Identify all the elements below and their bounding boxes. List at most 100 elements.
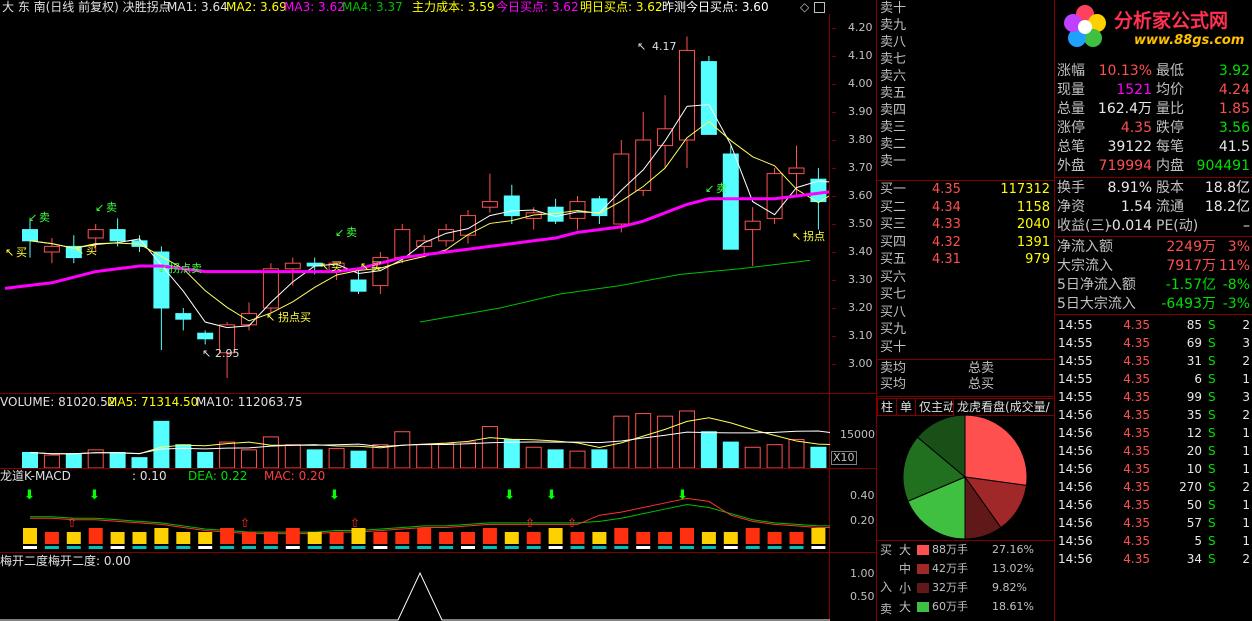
buy-level-volume: 117312 [1000,182,1050,197]
kmacd-bar [636,532,651,544]
candle-body [569,201,586,219]
sell-signal: 卖 [106,201,117,214]
volume-unit-badge[interactable]: X10 [831,451,857,465]
trade-count: 2 [1242,480,1250,494]
flow-key: 净流入额 [1057,239,1113,255]
volume-bar [43,454,60,468]
kmacd-base [592,546,607,549]
scroll-box-icon[interactable] [814,2,825,13]
kmacd-base [745,546,760,549]
price-tick: 4.10 [848,49,873,62]
meikai-panel[interactable]: 梅开二度 梅开二度: 0.00 1.00 0.50 [0,553,876,621]
candle-body [657,128,674,147]
kmacd-bar [285,528,300,544]
high-arrow-icon: ↖ [637,40,646,53]
trade-side: S [1208,498,1216,512]
volume-bar [65,453,82,468]
volume-axis-label: 15000 [840,428,875,441]
pie-row-percent: 18.61% [992,600,1034,613]
buy-level-label: 买九 [880,322,907,337]
up-arrow-icon: ⇧ [240,516,250,530]
trade-volume: 5 [1194,534,1202,548]
diamond-icon[interactable]: ◇ [800,0,809,14]
kmacd-base [658,546,673,549]
ma4-line [419,259,811,323]
price-tick: 3.40 [848,245,873,258]
buy-level-price: 4.35 [932,182,961,197]
trade-count: 1 [1242,498,1250,512]
trade-volume: 34 [1186,552,1202,566]
flow-key: 大宗流入 [1057,258,1113,274]
meikai-chart[interactable] [0,567,830,621]
buy-signal: 买 [16,246,27,259]
meikai-axis-100: 1.00 [850,567,875,580]
price-tick-mark [832,140,836,141]
turn-sell-arrow-icon: ↙ [158,262,167,275]
kmacd-panel[interactable]: 龙道K-MACD : 0.10 DEA: 0.22 MAC: 0.20 ⬇ ⬇ ⬇ ⬇… [0,469,876,552]
volume-bar [547,449,564,468]
quote-value: 1521 [1116,82,1152,98]
kmacd-bar [723,532,738,544]
kmacd-bar [548,528,563,544]
candlestick-chart[interactable]: 4.17↖2.95↖↙ 卖↙ 卖↙ 卖↙ 卖↖ 买 ↖ 买↖ 买 ↖ 买↙ 拐点卖↖ 拐点买↖ 拐点 [0,14,830,392]
kmacd-bar [592,532,607,544]
trade-volume: 57 [1186,516,1202,530]
candle-body [635,139,652,191]
trade-time: 14:56 [1058,498,1093,512]
buy-level-row: 买四 4.32 1391 [880,235,1052,250]
volume-chart[interactable] [0,408,830,468]
volume-bar [153,420,170,468]
buy-level-volume: 2040 [1016,217,1050,232]
trade-price: 4.35 [1123,354,1150,368]
candle-body [43,245,60,253]
buy-level-row: 买九 [880,322,1052,337]
flow-key: 5日净流入额 [1057,277,1136,293]
flow-percent: 11% [1218,258,1250,274]
price-tick: 3.80 [848,133,873,146]
buy-level-volume: 1391 [1016,234,1050,250]
logo-url: www.88gs.com [1134,33,1245,48]
ma3-label: MA3: 3.62 [284,0,345,14]
quote-value: 41.5 [1218,139,1250,155]
ma1-line [29,104,830,329]
logo[interactable]: 分析家公式网 www.88gs.com [1056,2,1252,52]
kmacd-bar [351,528,366,544]
quote-value: 18.8亿 [1204,180,1250,196]
volume-bar [22,451,38,468]
sell-level-label: 卖七 [880,52,907,67]
trade-side: S [1208,408,1216,422]
trade-side: S [1208,444,1216,458]
trade-price: 4.35 [1123,444,1150,458]
volume-bar [810,446,827,468]
quote-value: 10.13% [1098,63,1152,79]
forecast-label: 昨测今日买点: 3.60 [662,0,769,14]
main-chart-panel[interactable]: 大 东 南(日线 前复权) 决胜拐点 MA1: 3.64 MA2: 3.69 M… [0,0,876,393]
sell-arrow-icon: ↙ [28,211,37,224]
quote-value: 18.2亿 [1204,199,1250,215]
price-tick-mark [832,168,836,169]
trade-time: 14:56 [1058,462,1093,476]
sell-level-label: 卖六 [880,69,907,84]
trade-time: 14:56 [1058,444,1093,458]
logo-name: 分析家公式网 [1114,10,1229,32]
volume-panel[interactable]: VOLUME: 81020.52 MA5: 71314.50 MA10: 112… [0,394,876,468]
candle-body [175,313,192,320]
buy-average: 买均 总买 [880,377,995,392]
volume-bar [635,413,652,468]
quote-value: 162.4万 [1097,101,1152,117]
kmacd-chart[interactable]: ⬇ ⬇ ⬇ ⬇ ⬇ ⬇ ⇧ ⇧ ⇧ ⇧ ⇧ [0,483,830,552]
kmacd-value: : 0.10 [132,469,167,483]
trade-time: 14:55 [1058,354,1093,368]
trade-volume: 10 [1186,462,1202,476]
flower-logo-icon [1064,5,1106,47]
price-tick-mark [832,364,836,365]
candle-body [416,240,433,247]
volume-ma10-label: MA10: 112063.75 [196,395,303,409]
pie-row-swatch [917,564,929,574]
today-buy-label: 今日买点: 3.62 [496,0,579,14]
pie-row-side: 大 [899,600,912,614]
kmacd-base [23,546,37,549]
volume-bar [219,441,236,468]
quote-value: 719994 [1098,158,1152,174]
trade-side: S [1208,336,1216,350]
